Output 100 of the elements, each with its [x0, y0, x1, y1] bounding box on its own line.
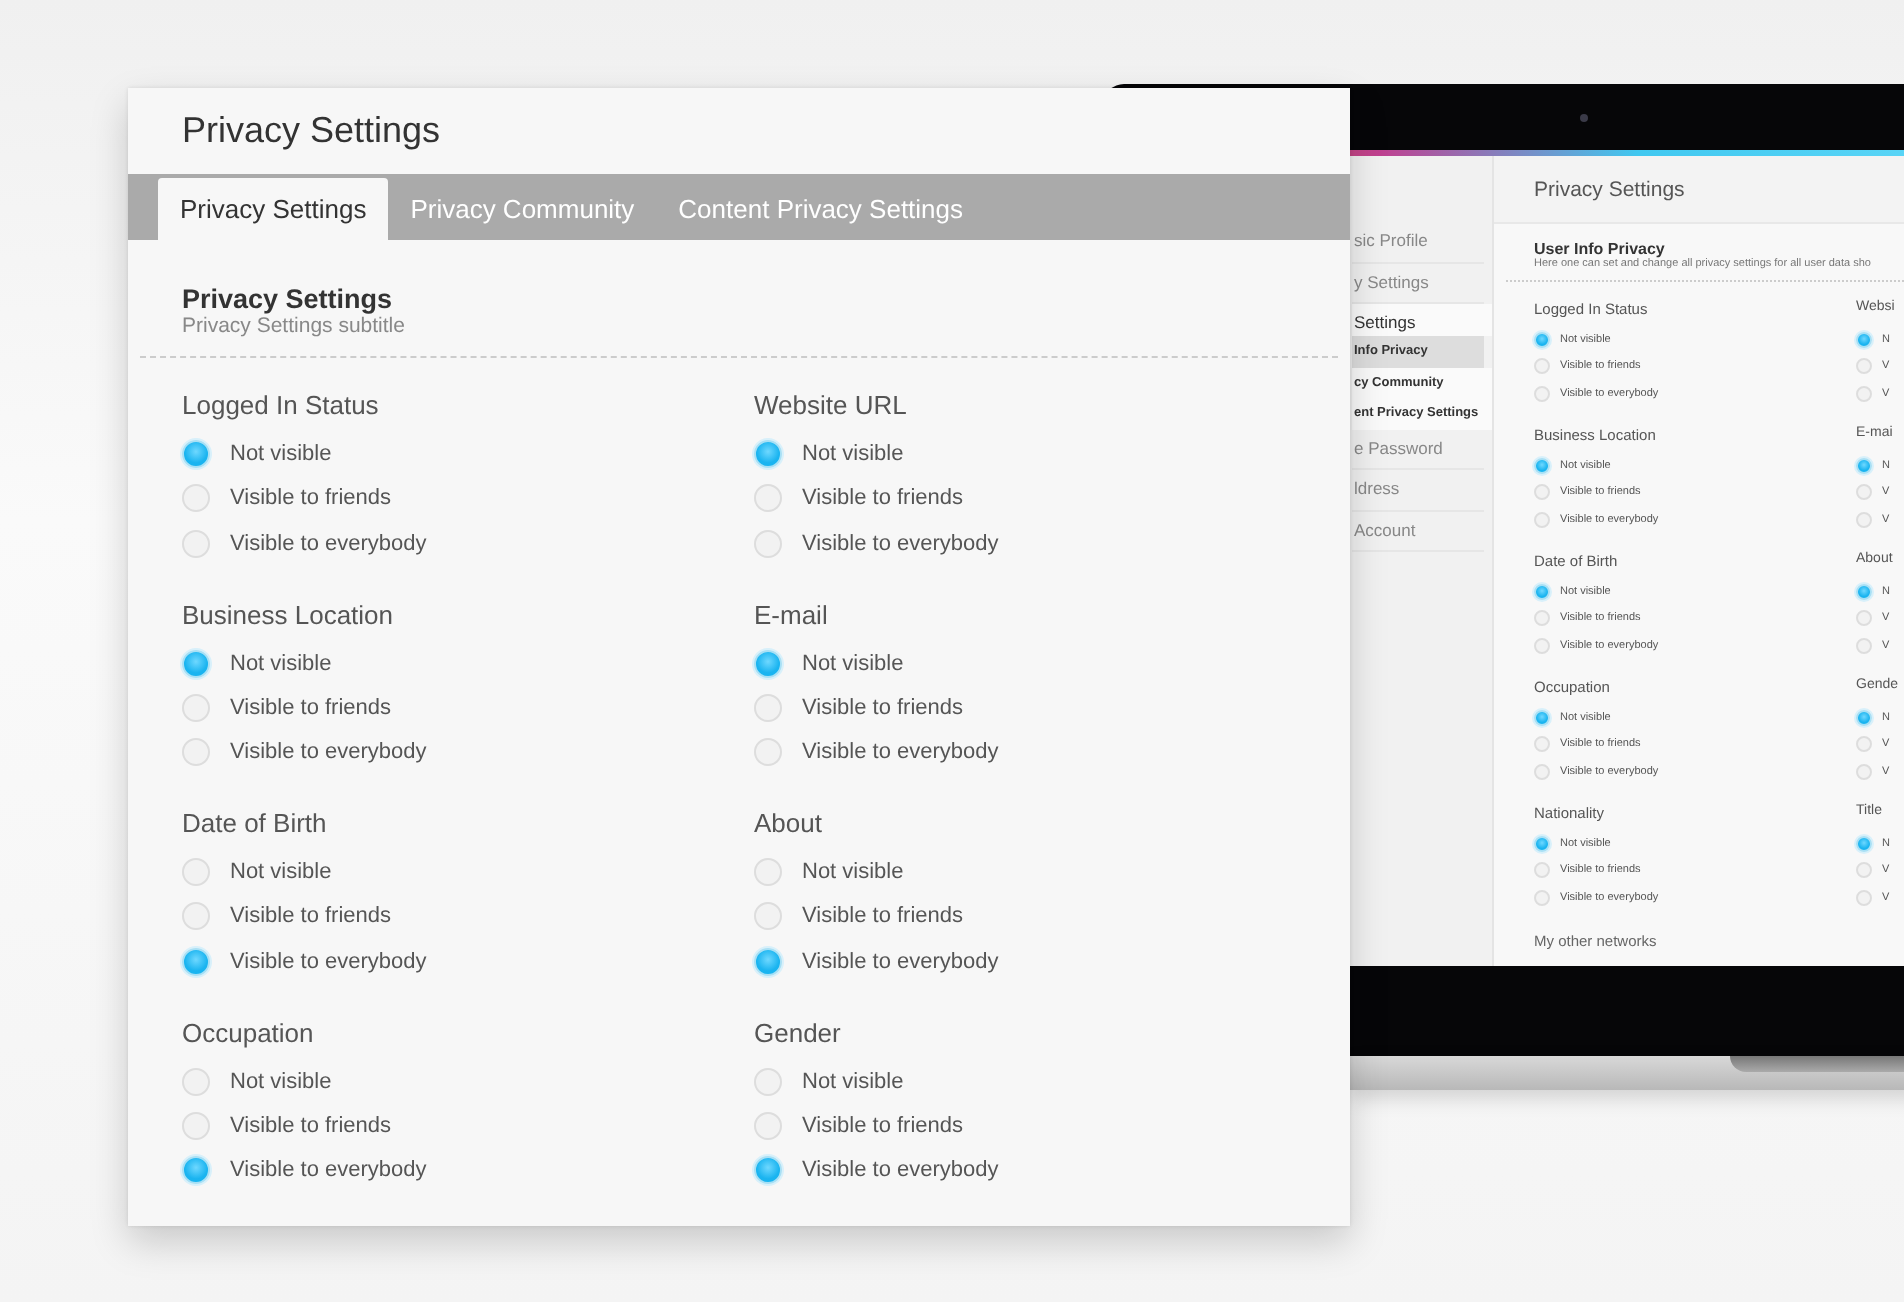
radio-button[interactable] — [754, 529, 782, 558]
radio-button[interactable] — [754, 1111, 782, 1140]
radio-button[interactable] — [1856, 709, 1872, 726]
radio-button[interactable] — [182, 1156, 210, 1185]
radio-button[interactable] — [1534, 835, 1550, 852]
radio-button[interactable] — [754, 440, 782, 469]
setting-label: About — [754, 808, 824, 842]
option-label: Visible to friends — [802, 1113, 964, 1138]
section-title: Privacy Settings — [182, 284, 395, 314]
option-label: Visible to friends — [802, 904, 964, 929]
radio-button[interactable] — [1856, 835, 1872, 852]
page-title: Privacy Settings — [1534, 177, 1685, 201]
setting-label: Date of Birth — [182, 808, 329, 842]
radio-button[interactable] — [754, 484, 782, 513]
setting-label: Website URL — [754, 390, 909, 424]
setting-label: Occupation — [182, 1017, 316, 1052]
setting-label: Gender — [754, 1017, 843, 1051]
setting-label: Business Location — [182, 599, 396, 633]
radio-button[interactable] — [182, 693, 210, 722]
option-label: Visible to friends — [230, 486, 392, 511]
option-label: Not visible — [802, 651, 904, 676]
sidebar-item[interactable]: Settings — [1352, 304, 1492, 336]
radio-button[interactable] — [1534, 637, 1550, 654]
tab[interactable]: Privacy Community — [388, 178, 657, 240]
section-title: User Info Privacy — [1534, 240, 1667, 258]
radio-button[interactable] — [1534, 889, 1550, 906]
option-label: Visible to everybody — [230, 949, 427, 974]
option-label: Visible to everybody — [230, 740, 427, 765]
option-label: Visible to friends — [802, 486, 964, 511]
radio-button[interactable] — [1856, 385, 1872, 402]
radio-button[interactable] — [1534, 511, 1550, 528]
radio-button[interactable] — [1534, 862, 1550, 879]
option-label: Not visible — [230, 442, 332, 467]
radio-button[interactable] — [1856, 637, 1872, 654]
radio-button[interactable] — [1534, 331, 1550, 348]
option-label: Not visible — [802, 1069, 904, 1094]
option-label: Visible to everybody — [230, 531, 427, 556]
radio-button[interactable] — [182, 858, 210, 887]
radio-button[interactable] — [1856, 583, 1872, 600]
radio-button[interactable] — [1856, 862, 1872, 879]
option-label: Visible to friends — [230, 695, 392, 720]
setting-label: E-mail — [754, 599, 830, 633]
radio-button[interactable] — [1856, 358, 1872, 375]
radio-button[interactable] — [1856, 484, 1872, 501]
tab[interactable]: Privacy Settings — [158, 178, 389, 240]
sidebar-item[interactable]: sic Profile — [1352, 222, 1484, 263]
setting-label: Logged In Status — [182, 390, 381, 424]
sidebar-item[interactable]: e Password — [1352, 429, 1484, 470]
radio-button[interactable] — [1534, 763, 1550, 780]
option-label: Visible to everybody — [230, 1158, 427, 1183]
radio-button[interactable] — [182, 440, 210, 469]
radio-button[interactable] — [1856, 457, 1872, 474]
sidebar-item[interactable]: ldress — [1352, 470, 1484, 511]
section-subtitle: Privacy Settings subtitle — [182, 314, 407, 338]
radio-button[interactable] — [1534, 484, 1550, 501]
radio-button[interactable] — [1534, 385, 1550, 402]
radio-button[interactable] — [182, 738, 210, 767]
radio-button[interactable] — [1534, 610, 1550, 627]
radio-button[interactable] — [182, 947, 210, 976]
radio-button[interactable] — [754, 902, 782, 931]
radio-button[interactable] — [1856, 763, 1872, 780]
tab[interactable]: Content Privacy Settings — [656, 178, 986, 240]
radio-button[interactable] — [182, 529, 210, 558]
radio-button[interactable] — [1856, 511, 1872, 528]
radio-button[interactable] — [754, 738, 782, 767]
radio-button[interactable] — [754, 1156, 782, 1185]
radio-button[interactable] — [754, 947, 782, 976]
option-label: Visible to everybody — [802, 949, 999, 974]
panel-title: Privacy Settings — [182, 109, 441, 152]
radio-button[interactable] — [754, 649, 782, 678]
radio-button[interactable] — [1856, 736, 1872, 753]
radio-button[interactable] — [182, 1067, 210, 1096]
option-label: Visible to friends — [802, 695, 964, 720]
option-label: Visible to friends — [230, 904, 392, 929]
radio-button[interactable] — [754, 858, 782, 887]
radio-button[interactable] — [754, 693, 782, 722]
option-label: Not visible — [230, 651, 332, 676]
radio-button[interactable] — [1534, 457, 1550, 474]
radio-button[interactable] — [1534, 358, 1550, 375]
radio-button[interactable] — [1534, 583, 1550, 600]
radio-button[interactable] — [1856, 331, 1872, 348]
radio-button[interactable] — [754, 1067, 782, 1096]
radio-button[interactable] — [1856, 610, 1872, 627]
option-label: Visible to friends — [230, 1113, 392, 1138]
sidebar-item[interactable]: Account — [1352, 511, 1484, 552]
camera-icon — [1580, 113, 1588, 121]
radio-button[interactable] — [1856, 889, 1872, 906]
option-label: Visible to everybody — [802, 531, 999, 556]
radio-button[interactable] — [182, 1111, 210, 1140]
option-label: Visible to everybody — [802, 1158, 999, 1183]
radio-button[interactable] — [1534, 736, 1550, 753]
option-label: Visible to everybody — [802, 740, 999, 765]
option-label: Not visible — [230, 860, 332, 885]
option-label: Not visible — [230, 1069, 332, 1094]
radio-button[interactable] — [182, 484, 210, 513]
radio-button[interactable] — [182, 902, 210, 931]
radio-button[interactable] — [1534, 709, 1550, 726]
option-label: Not visible — [802, 860, 904, 885]
option-label: Not visible — [802, 442, 904, 467]
radio-button[interactable] — [182, 649, 210, 678]
